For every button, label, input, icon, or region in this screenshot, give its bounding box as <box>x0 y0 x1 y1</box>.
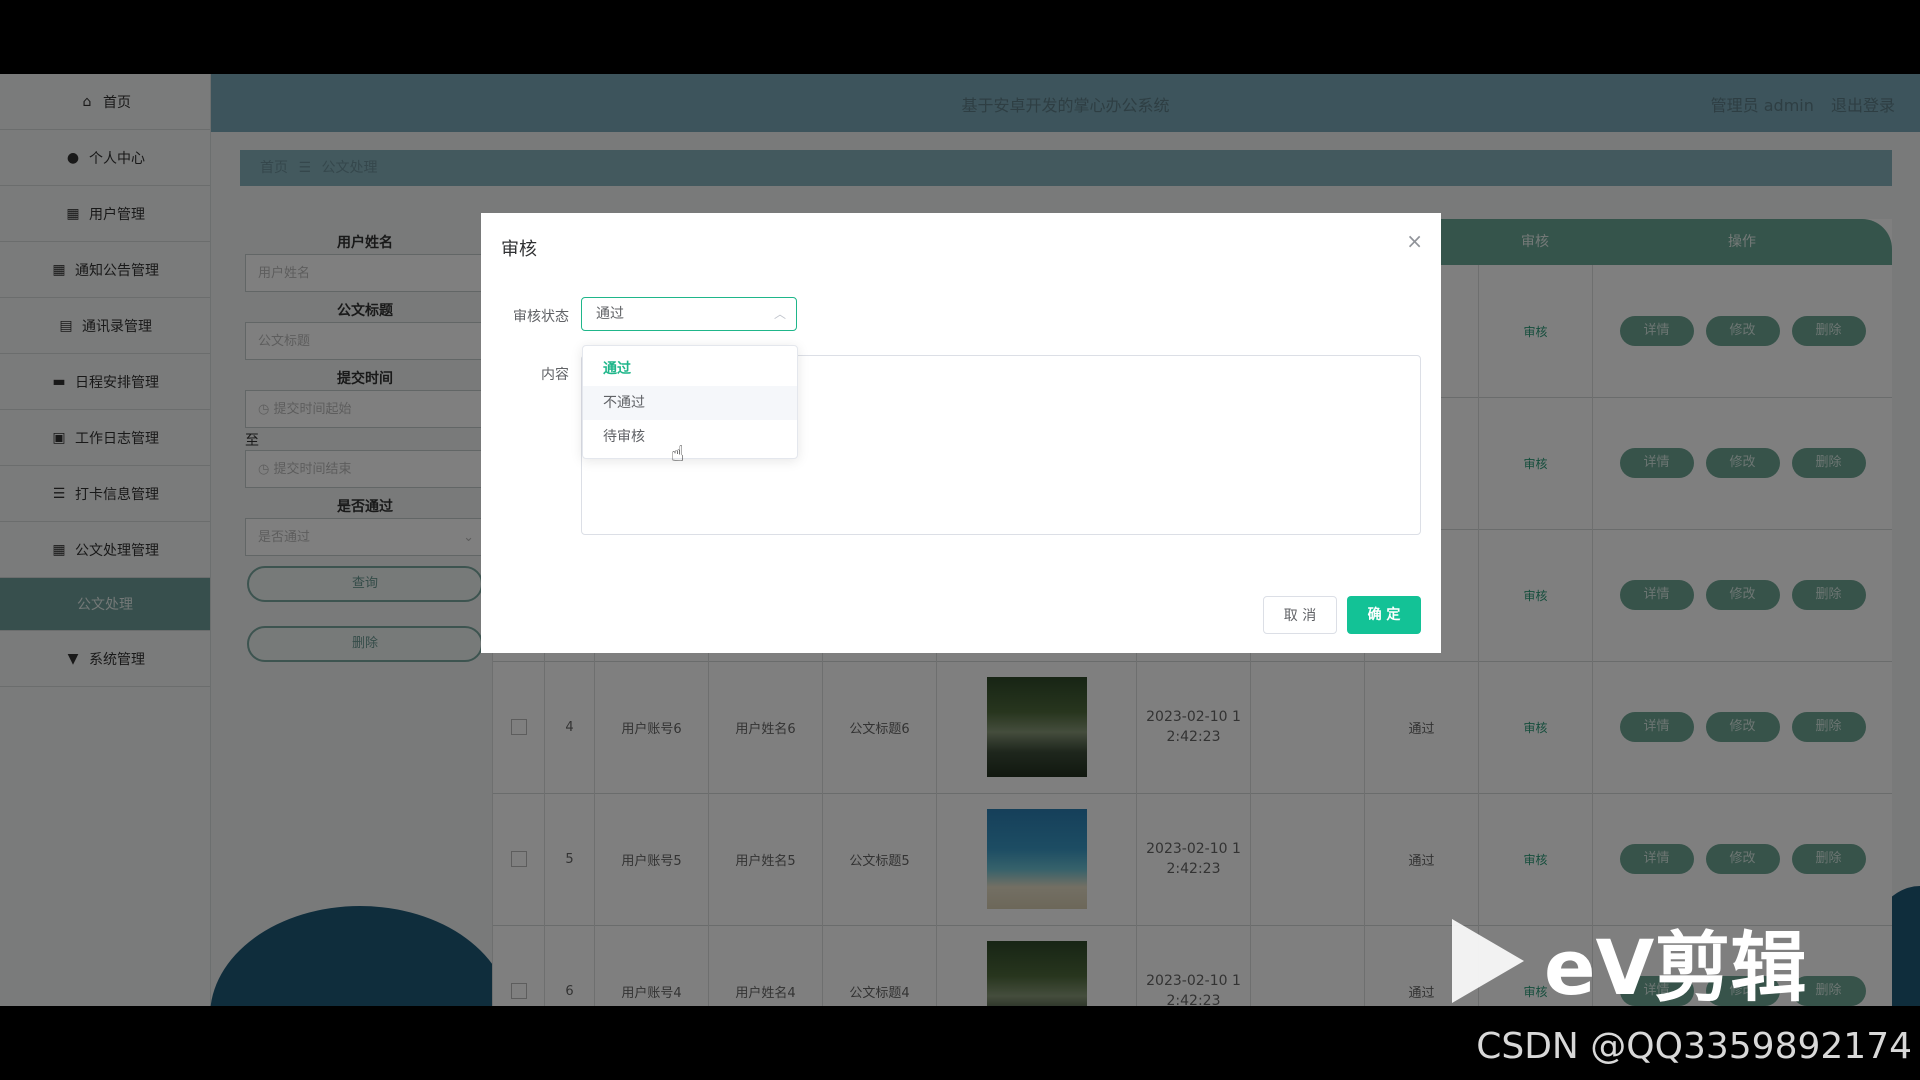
ev-watermark: eV剪辑 <box>1452 906 1806 1016</box>
play-icon <box>1452 919 1524 1003</box>
status-label: 审核状态 <box>513 309 569 325</box>
chevron-up-icon: ︿ <box>773 307 786 321</box>
option-pass[interactable]: 通过 <box>583 352 797 386</box>
status-select-value: 通过 <box>596 306 624 322</box>
csdn-watermark: CSDN @QQ3359892174 <box>1476 1026 1912 1067</box>
audit-dialog: 审核 × 审核状态 通过 ︿ 内容 通过 不通过 待审核 取 消 确 定 <box>481 213 1441 653</box>
status-dropdown: 通过 不通过 待审核 <box>582 345 798 459</box>
hand-cursor-icon: ☝ <box>671 442 685 467</box>
ev-watermark-text: eV剪辑 <box>1544 923 1807 1012</box>
confirm-button[interactable]: 确 定 <box>1347 596 1421 634</box>
content-label: 内容 <box>541 367 569 383</box>
dialog-title: 审核 <box>501 239 537 260</box>
status-select[interactable]: 通过 ︿ <box>581 297 797 331</box>
cancel-button[interactable]: 取 消 <box>1263 596 1337 634</box>
option-pending[interactable]: 待审核 <box>583 420 797 454</box>
option-fail[interactable]: 不通过 <box>583 386 797 420</box>
close-icon[interactable]: × <box>1406 229 1423 253</box>
